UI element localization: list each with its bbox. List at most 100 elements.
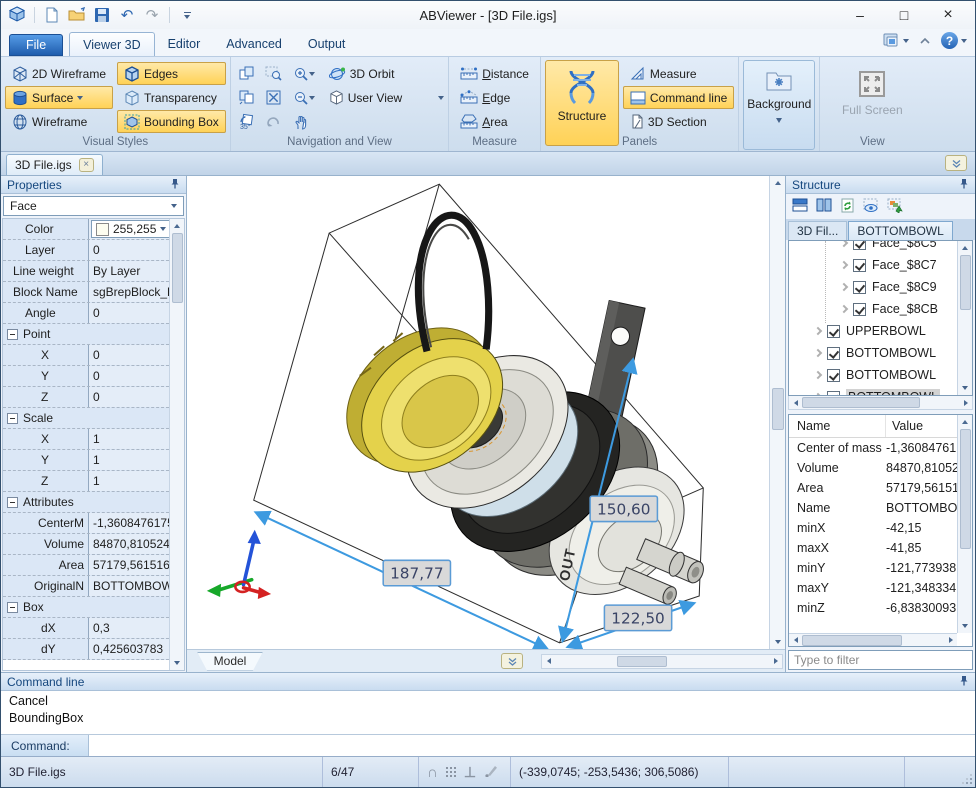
new-file-button[interactable]: [42, 5, 62, 25]
measure-edge-button[interactable]: Edge: [453, 86, 536, 109]
table-row[interactable]: Area57179,56151.: [789, 478, 957, 498]
sheet-set-button[interactable]: [235, 62, 259, 85]
transparency-button[interactable]: Transparency: [117, 86, 226, 109]
tab-viewer-3d[interactable]: Viewer 3D: [69, 32, 154, 56]
property-row[interactable]: Z1: [3, 471, 169, 492]
pin-icon[interactable]: [959, 675, 969, 689]
split-horizontal-button[interactable]: [792, 198, 808, 215]
tree-item[interactable]: Face_$8C7: [789, 254, 957, 276]
draw-toggle[interactable]: [484, 764, 498, 780]
properties-scrollbar[interactable]: [169, 219, 184, 670]
property-row[interactable]: Angle0: [3, 303, 169, 324]
2d-wireframe-button[interactable]: 2D Wireframe: [5, 62, 113, 85]
table-row[interactable]: minX-42,15: [789, 518, 957, 538]
close-button[interactable]: ×: [933, 4, 963, 26]
property-row[interactable]: Line weightBy Layer: [3, 261, 169, 282]
ortho-toggle[interactable]: ⊥: [464, 764, 476, 781]
tree-item-selected[interactable]: BOTTOMBOWL: [789, 386, 957, 395]
structure-tab-part[interactable]: BOTTOMBOWL: [848, 221, 952, 240]
table-row[interactable]: maxX-41,85: [789, 538, 957, 558]
color-dropdown[interactable]: 255,255: [91, 220, 169, 238]
property-group-row[interactable]: Box: [3, 597, 169, 618]
measure-distance-button[interactable]: Distance: [453, 62, 536, 85]
tab-list-button[interactable]: [945, 155, 967, 171]
tab-advanced[interactable]: Advanced: [213, 32, 295, 56]
filter-input[interactable]: [789, 653, 972, 667]
osnap-toggle[interactable]: ∩: [427, 764, 438, 781]
background-button[interactable]: Background: [743, 60, 815, 150]
property-row[interactable]: Color 255,255: [3, 219, 169, 240]
pin-icon[interactable]: [959, 178, 969, 192]
pan-button[interactable]: [289, 110, 313, 133]
property-row[interactable]: OriginalNBOTTOMBOWL: [3, 576, 169, 597]
property-row[interactable]: Layer0: [3, 240, 169, 261]
help-button[interactable]: ?: [941, 32, 967, 49]
table-row[interactable]: maxY-121,348334: [789, 578, 957, 598]
tab-output[interactable]: Output: [295, 32, 359, 56]
property-group-row[interactable]: Scale: [3, 408, 169, 429]
redo-button[interactable]: ↷: [142, 5, 162, 25]
property-row[interactable]: CenterM-1,36084761759: [3, 513, 169, 534]
tree-item[interactable]: Face_$8CB: [789, 298, 957, 320]
tree-scrollbar[interactable]: [957, 241, 972, 395]
surface-button[interactable]: Surface: [5, 86, 113, 109]
select-entity-button[interactable]: [887, 198, 904, 216]
property-row[interactable]: Volume84870,8105244: [3, 534, 169, 555]
table-horizontal-scrollbar[interactable]: [789, 633, 957, 646]
ui-style-button[interactable]: [882, 33, 909, 49]
user-view-button[interactable]: User View: [322, 86, 409, 109]
document-tab[interactable]: 3D File.igs ×: [6, 154, 103, 175]
measure-area-button[interactable]: Area: [453, 110, 536, 133]
wireframe-button[interactable]: Wireframe: [5, 110, 113, 133]
tree-horizontal-scrollbar[interactable]: [788, 396, 973, 410]
model-tab[interactable]: Model: [197, 652, 263, 671]
table-header[interactable]: Name Value: [789, 415, 957, 438]
tab-file[interactable]: File: [9, 34, 63, 56]
maximize-button[interactable]: □: [889, 4, 919, 26]
save-button[interactable]: [92, 5, 112, 25]
zoom-window-button[interactable]: [262, 62, 286, 85]
property-group-row[interactable]: Attributes: [3, 492, 169, 513]
resize-grip[interactable]: [961, 757, 975, 787]
filter-box[interactable]: [788, 650, 973, 670]
3d-viewport[interactable]: OUT: [187, 176, 769, 649]
3d-orbit-button[interactable]: 3D Orbit: [322, 62, 402, 85]
property-row[interactable]: X0: [3, 345, 169, 366]
property-group-row[interactable]: Point: [3, 324, 169, 345]
table-row[interactable]: NameBOTTOMBO: [789, 498, 957, 518]
property-row[interactable]: dX0,3: [3, 618, 169, 639]
property-row[interactable]: dY0,425603783: [3, 639, 169, 660]
refresh-button[interactable]: [840, 198, 855, 216]
property-row[interactable]: Y1: [3, 450, 169, 471]
table-row[interactable]: Center of mass-1,36084761.: [789, 438, 957, 458]
tree-item[interactable]: UPPERBOWL: [789, 320, 957, 342]
zoom-extents-button[interactable]: [262, 86, 286, 109]
layout-list-button[interactable]: [501, 653, 523, 669]
property-row[interactable]: Z0: [3, 387, 169, 408]
collapse-ribbon-button[interactable]: [919, 34, 931, 48]
tab-editor[interactable]: Editor: [155, 32, 214, 56]
show-entity-button[interactable]: [863, 198, 879, 216]
previous-view-button[interactable]: [262, 110, 286, 133]
table-row[interactable]: minZ-6,83830093: [789, 598, 957, 618]
structure-tab-file[interactable]: 3D Fil...: [788, 221, 847, 240]
property-row[interactable]: Area57179,5615163: [3, 555, 169, 576]
property-row[interactable]: Block NamesgBrepBlock_BO: [3, 282, 169, 303]
property-row[interactable]: Y0: [3, 366, 169, 387]
pin-icon[interactable]: [170, 178, 180, 192]
copy-view-button[interactable]: [235, 86, 259, 109]
command-history[interactable]: Cancel BoundingBox: [1, 691, 975, 734]
tree-item[interactable]: Face_$8C5: [789, 241, 957, 254]
command-line-panel-button[interactable]: Command line: [623, 86, 734, 109]
tree-item[interactable]: Face_$8C9: [789, 276, 957, 298]
table-row[interactable]: minY-121,773938: [789, 558, 957, 578]
rotate-35-button[interactable]: 35°: [235, 110, 259, 133]
edges-button[interactable]: Edges: [117, 62, 226, 85]
viewport-vertical-scrollbar[interactable]: [769, 176, 785, 649]
table-scrollbar[interactable]: [957, 415, 972, 633]
minimize-button[interactable]: –: [845, 4, 875, 26]
measure-panel-button[interactable]: Measure: [623, 62, 734, 85]
split-vertical-button[interactable]: [816, 198, 832, 215]
tree-item[interactable]: BOTTOMBOWL: [789, 342, 957, 364]
entity-type-select[interactable]: Face: [3, 196, 184, 216]
